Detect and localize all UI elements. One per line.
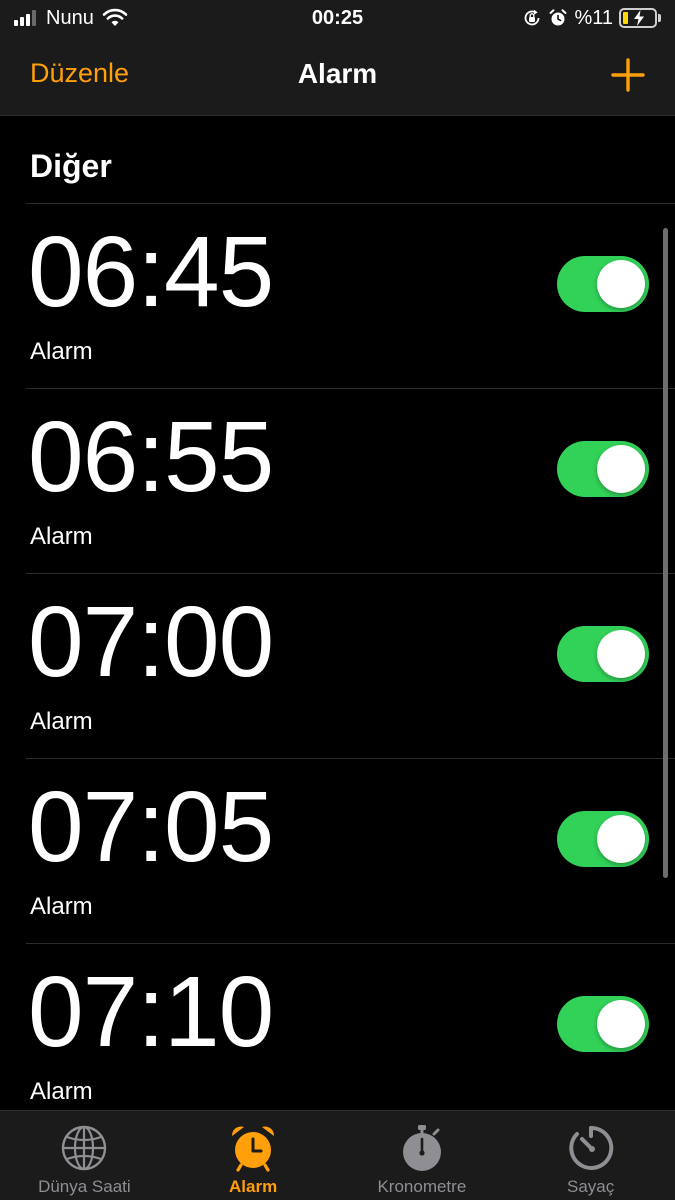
alarm-label: Alarm [30, 338, 93, 365]
alarm-toggle[interactable] [557, 996, 649, 1052]
alarm-time: 07:10 [28, 956, 274, 1068]
tab-label: Kronometre [377, 1177, 467, 1196]
timer-icon [568, 1125, 613, 1170]
toggle-knob [597, 260, 645, 308]
stopwatch-icon [402, 1125, 441, 1171]
alarm-row[interactable]: 06:45 Alarm [0, 204, 675, 388]
alarm-list: 06:45 Alarm 06:55 Alarm 07:00 Alarm 07:0… [0, 203, 675, 1128]
toggle-knob [597, 445, 645, 493]
status-right: %11 [522, 6, 661, 30]
alarm-time: 06:55 [28, 401, 274, 513]
alarm-row[interactable]: 07:05 Alarm [0, 759, 675, 943]
battery-nub [658, 14, 661, 22]
section-header-other: Diğer [30, 148, 112, 184]
toggle-knob [597, 630, 645, 678]
globe-icon [62, 1125, 107, 1171]
clock-app-screen: Nunu 00:25 %11 Düzenle Alarm Diğer 06:45… [0, 0, 675, 1200]
alarm-time: 07:05 [28, 771, 274, 883]
tab-alarm[interactable]: Alarm [169, 1111, 338, 1200]
tab-label: Sayaç [567, 1177, 615, 1196]
tab-stopwatch[interactable]: Kronometre [338, 1111, 507, 1200]
alarm-row[interactable]: 07:10 Alarm [0, 944, 675, 1128]
tab-bar: Dünya Saati Alarm Kronometre Sayaç [0, 1110, 675, 1200]
alarm-toggle[interactable] [557, 811, 649, 867]
alarm-label: Alarm [30, 1078, 93, 1105]
alarm-time: 07:00 [28, 586, 274, 698]
top-bar: Nunu 00:25 %11 Düzenle Alarm [0, 0, 675, 116]
alarm-label: Alarm [30, 523, 93, 550]
alarm-toggle[interactable] [557, 626, 649, 682]
navigation-bar: Düzenle Alarm [0, 38, 675, 116]
orientation-lock-icon [525, 9, 540, 26]
alarm-clock-icon [232, 1126, 275, 1172]
toggle-knob [597, 815, 645, 863]
status-bar: Nunu 00:25 %11 [0, 0, 675, 38]
toggle-knob [597, 1000, 645, 1048]
alarm-toggle[interactable] [557, 441, 649, 497]
page-title: Alarm [297, 58, 378, 89]
tab-timer[interactable]: Sayaç [506, 1111, 675, 1200]
tab-label: Alarm [229, 1177, 278, 1196]
alarm-label: Alarm [30, 893, 93, 920]
scroll-indicator[interactable] [663, 228, 668, 878]
tab-label: Dünya Saati [38, 1177, 131, 1196]
alarm-row[interactable]: 06:55 Alarm [0, 389, 675, 573]
alarm-toggle[interactable] [557, 256, 649, 312]
alarm-time: 06:45 [28, 216, 274, 328]
tab-world-clock[interactable]: Dünya Saati [0, 1111, 169, 1200]
battery-charging-icon [619, 8, 657, 28]
alarm-row[interactable]: 07:00 Alarm [0, 574, 675, 758]
battery-percentage: %11 [574, 6, 613, 29]
alarm-clock-icon [549, 9, 567, 26]
plus-icon[interactable] [611, 58, 645, 92]
alarm-label: Alarm [30, 708, 93, 735]
